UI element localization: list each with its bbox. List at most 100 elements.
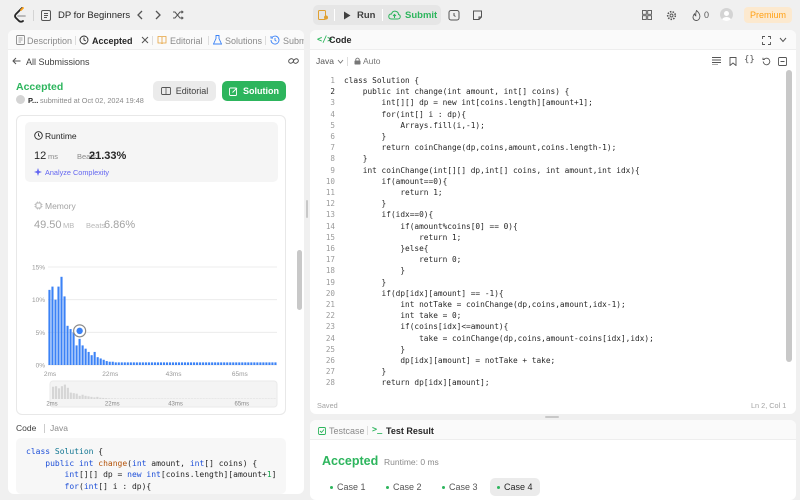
overview-bar bbox=[75, 393, 78, 399]
braces-icon[interactable]: {} bbox=[744, 55, 755, 65]
case-tab-3[interactable]: Case 3 bbox=[435, 478, 485, 496]
bar bbox=[147, 362, 150, 365]
divider bbox=[75, 36, 76, 45]
expand-icon[interactable] bbox=[761, 35, 771, 45]
settings-icon[interactable] bbox=[665, 9, 677, 21]
tab-solutions[interactable]: Solutions bbox=[225, 36, 262, 46]
language-select[interactable]: Java bbox=[316, 56, 334, 66]
panel-splitter-horizontal[interactable] bbox=[545, 416, 559, 418]
divider bbox=[382, 9, 383, 21]
case-tab-4[interactable]: Case 4 bbox=[490, 478, 540, 496]
back-arrow-icon[interactable] bbox=[11, 56, 21, 66]
line-number: 14 bbox=[325, 221, 335, 231]
editor-scrollbar[interactable] bbox=[786, 70, 792, 362]
all-submissions-link[interactable]: All Submissions bbox=[26, 57, 90, 67]
solution-button[interactable]: Solution bbox=[222, 81, 286, 101]
memory-unit: MB bbox=[63, 221, 75, 230]
run-button[interactable]: Run bbox=[357, 10, 375, 21]
line-number: 27 bbox=[325, 367, 335, 377]
chevron-down-icon[interactable] bbox=[336, 57, 344, 65]
notes-icon[interactable] bbox=[470, 8, 484, 22]
result-runtime: Runtime: 0 ms bbox=[384, 457, 439, 467]
bar bbox=[102, 359, 105, 365]
left-scrollbar[interactable] bbox=[297, 250, 302, 310]
sparkle-icon bbox=[33, 167, 42, 176]
code-section-label: Code bbox=[16, 423, 37, 433]
username[interactable]: P... bbox=[28, 96, 38, 105]
line-number: 28 bbox=[325, 378, 335, 388]
tab-description[interactable]: Description bbox=[27, 36, 72, 46]
line-number: 17 bbox=[325, 255, 335, 265]
auto-mode-label[interactable]: Auto bbox=[363, 56, 381, 66]
bar bbox=[211, 362, 214, 365]
checkbox-icon bbox=[317, 426, 326, 435]
case-tab-2[interactable]: Case 2 bbox=[379, 478, 429, 496]
close-tab-icon[interactable] bbox=[140, 35, 150, 45]
tab-editorial[interactable]: Editorial bbox=[170, 36, 203, 46]
bar bbox=[208, 362, 211, 365]
code-line: Arrays.fill(i,-1); bbox=[344, 120, 485, 130]
bar bbox=[156, 362, 159, 365]
bar bbox=[138, 362, 141, 365]
editorial-button[interactable]: Editorial bbox=[153, 81, 216, 101]
y-tick-label: 5% bbox=[36, 330, 46, 337]
bar bbox=[196, 362, 199, 365]
runtime-distribution-chart[interactable]: 15%10%5%0%2ms 22ms 43ms 65ms2ms 22ms 43ms 65ms bbox=[22, 255, 284, 425]
submit-button[interactable]: Submit bbox=[405, 10, 437, 21]
analyze-complexity-link[interactable]: Analyze Complexity bbox=[45, 168, 109, 177]
line-number: 12 bbox=[325, 199, 335, 209]
list-icon[interactable] bbox=[40, 9, 52, 21]
runtime-unit: ms bbox=[48, 152, 58, 161]
shuffle-icon[interactable] bbox=[171, 9, 184, 21]
fire-icon[interactable] bbox=[690, 8, 702, 22]
tab-test-result[interactable]: Test Result bbox=[386, 426, 434, 436]
premium-button[interactable]: Premium bbox=[744, 7, 792, 23]
timer-icon[interactable] bbox=[447, 8, 461, 22]
format-icon[interactable] bbox=[711, 56, 721, 66]
chevron-down-icon[interactable] bbox=[778, 35, 788, 45]
link-icon[interactable] bbox=[287, 55, 299, 67]
status-dot bbox=[442, 485, 445, 489]
tab-submissions[interactable]: Submi bbox=[283, 36, 304, 46]
saved-status: Saved bbox=[317, 401, 338, 410]
reset-icon[interactable] bbox=[761, 56, 771, 66]
bar bbox=[187, 362, 190, 365]
tab-testcase[interactable]: Testcase bbox=[329, 426, 365, 436]
overview-tick-label: 2ms bbox=[46, 402, 57, 408]
divider bbox=[265, 36, 266, 45]
layout-icon[interactable] bbox=[641, 9, 653, 21]
x-tick-label: 65ms bbox=[232, 371, 249, 378]
divider bbox=[208, 36, 209, 45]
line-number: 5 bbox=[330, 120, 335, 130]
overview-tick-label: 65ms bbox=[234, 402, 249, 408]
code-line: } bbox=[344, 199, 387, 209]
panel-splitter[interactable] bbox=[306, 200, 308, 218]
case-label: Case 1 bbox=[337, 482, 366, 492]
bar bbox=[226, 362, 229, 365]
bar bbox=[183, 362, 187, 365]
bookmark-icon[interactable] bbox=[728, 56, 738, 66]
chevron-right-icon[interactable] bbox=[152, 9, 164, 21]
bar bbox=[199, 362, 202, 365]
bar bbox=[144, 362, 147, 365]
x-tick-label: 43ms bbox=[166, 371, 183, 378]
bar bbox=[117, 362, 120, 365]
code-area[interactable]: 1 class Solution {2 public int change(int… bbox=[310, 73, 784, 388]
problem-list-title[interactable]: DP for Beginners bbox=[58, 10, 130, 21]
divider bbox=[152, 36, 153, 45]
case-tab-1[interactable]: Case 1 bbox=[323, 478, 373, 496]
chevron-left-icon[interactable] bbox=[134, 9, 146, 21]
bar bbox=[205, 362, 208, 365]
settings-icon[interactable] bbox=[777, 56, 787, 66]
runtime-title: Runtime bbox=[45, 131, 77, 141]
tab-accepted[interactable]: Accepted bbox=[92, 36, 133, 46]
test-panel-header bbox=[310, 420, 796, 440]
leetcode-logo-icon[interactable] bbox=[12, 7, 28, 23]
debug-icon[interactable] bbox=[316, 8, 330, 22]
overview-bar bbox=[90, 396, 93, 399]
code-language: Java bbox=[50, 423, 68, 433]
bar bbox=[120, 362, 123, 365]
bar bbox=[202, 362, 205, 365]
code-line: }else{ bbox=[344, 244, 429, 253]
avatar[interactable] bbox=[720, 8, 733, 21]
